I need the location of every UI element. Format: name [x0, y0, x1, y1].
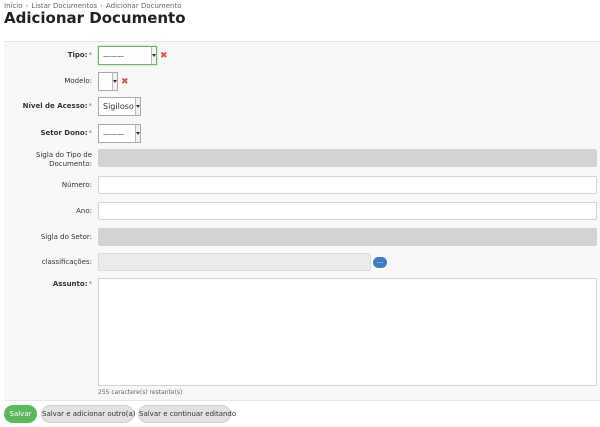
form-row-setor-dono: Setor Dono:* ——— — [4, 120, 600, 147]
modelo-label: Modelo: — [64, 77, 92, 85]
sigla-setor-field — [98, 228, 597, 246]
form-row-numero: Número: — [4, 172, 600, 199]
remove-icon[interactable]: ✖ — [160, 51, 168, 61]
tipo-label: Tipo:* — [4, 51, 92, 60]
form-row-tipo: Tipo:* ——— ✖ — [4, 42, 600, 69]
required-marker: * — [88, 102, 93, 110]
assunto-label-text: Assunto: — [52, 280, 88, 288]
form-row-classificacoes: classificações: ... — [4, 250, 600, 275]
numero-label: Número: — [61, 181, 92, 189]
save-add-another-button[interactable]: Salvar e adicionar outro(a) — [41, 405, 136, 423]
numero-input[interactable] — [98, 176, 597, 194]
document-form: Tipo:* ——— ✖ Modelo: ✖ Nível de Acesso:*… — [4, 41, 600, 401]
tipo-select[interactable]: ——— — [98, 46, 157, 65]
form-row-modelo: Modelo: ✖ — [4, 68, 600, 95]
chevron-down-icon — [135, 98, 140, 115]
modelo-select[interactable] — [98, 72, 118, 91]
chevron-down-icon — [151, 47, 156, 64]
assunto-char-counter: 255 caractere(s) restante(s) — [98, 389, 183, 396]
chevron-down-icon — [135, 125, 140, 142]
ano-input[interactable] — [98, 202, 597, 220]
assunto-textarea[interactable] — [98, 278, 597, 386]
classificacoes-label: classificações: — [41, 258, 92, 266]
sigla-tipo-label-line1: Sigla do Tipo de — [36, 151, 92, 159]
page-title: Adicionar Documento — [4, 9, 186, 27]
chevron-down-icon — [112, 73, 117, 90]
sigla-tipo-field — [98, 149, 597, 167]
required-marker: * — [88, 280, 93, 288]
save-button[interactable]: Salvar — [4, 405, 37, 423]
assunto-label: Assunto:* — [4, 280, 92, 289]
setor-dono-value: ——— — [103, 130, 124, 138]
nivel-acesso-label: Nível de Acesso:* — [4, 102, 92, 111]
nivel-acesso-select[interactable]: Sigiloso — [98, 97, 141, 116]
required-marker: * — [88, 51, 93, 59]
setor-dono-label-text: Setor Dono: — [40, 129, 88, 137]
tipo-select-value: ——— — [103, 52, 124, 60]
ano-label: Ano: — [76, 207, 92, 215]
remove-icon[interactable]: ✖ — [121, 77, 129, 87]
setor-dono-select[interactable]: ——— — [98, 124, 141, 143]
classificacoes-input[interactable] — [98, 253, 371, 271]
sigla-tipo-label-line2: Documento: — [49, 160, 92, 168]
sigla-setor-label: Sigla do Setor: — [40, 233, 92, 241]
form-row-sigla-setor: Sigla do Setor: — [4, 224, 600, 251]
form-row-sigla-tipo: Sigla do Tipo de Documento: — [4, 146, 600, 173]
tipo-label-text: Tipo: — [67, 51, 88, 59]
save-continue-button[interactable]: Salvar e continuar editando — [138, 405, 236, 423]
nivel-acesso-label-text: Nível de Acesso: — [22, 102, 88, 110]
sigla-tipo-label: Sigla do Tipo de Documento: — [4, 151, 92, 169]
required-marker: * — [88, 129, 93, 137]
form-row-ano: Ano: — [4, 198, 600, 225]
setor-dono-label: Setor Dono:* — [4, 129, 92, 138]
nivel-acesso-value: Sigiloso — [103, 102, 134, 111]
form-row-nivel-acesso: Nível de Acesso:* Sigiloso — [4, 94, 600, 121]
classificacoes-lookup-button[interactable]: ... — [373, 257, 387, 268]
